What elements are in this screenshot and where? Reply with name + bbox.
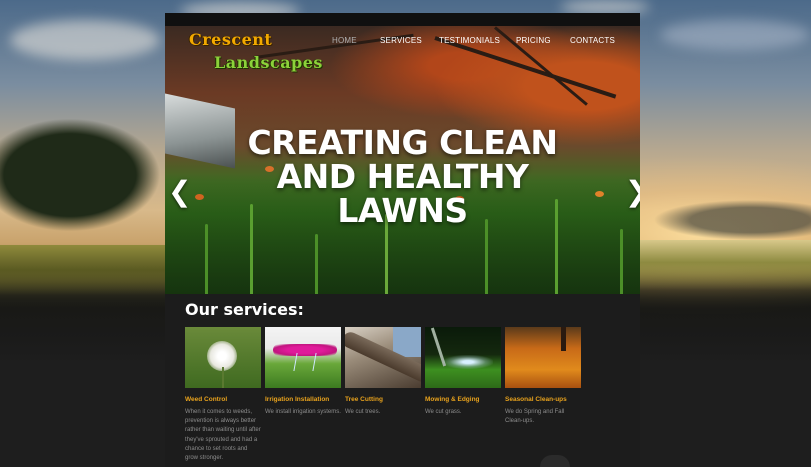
hero-title-line: LAWNS — [337, 191, 468, 230]
irrigation-image[interactable] — [265, 327, 341, 388]
logo-line-2: Landscapes — [214, 53, 323, 72]
main-nav: HOME SERVICES TESTIMONIALS PRICING CONTA… — [165, 36, 640, 50]
hero-title: CREATING CLEAN AND HEALTHY LAWNS — [165, 126, 640, 228]
seasonal-cleanup-image[interactable] — [505, 327, 581, 388]
slider-next-arrow-icon[interactable]: ❯ — [625, 178, 640, 206]
slider-prev-arrow-icon[interactable]: ❮ — [168, 178, 191, 206]
hero-title-line: CREATING CLEAN — [247, 123, 558, 162]
service-mowing-edging[interactable]: Mowing & Edging We cut grass. — [425, 327, 501, 417]
service-description: We install irrigation systems. — [265, 409, 341, 415]
nav-contacts[interactable]: CONTACTS — [570, 36, 615, 45]
top-bar — [165, 13, 640, 26]
service-name[interactable]: Weed Control — [185, 396, 261, 403]
service-name[interactable]: Seasonal Clean-ups — [505, 396, 581, 403]
service-description: We do Spring and Fall Clean-ups. — [505, 409, 565, 425]
mowing-image[interactable] — [425, 327, 501, 388]
nav-services[interactable]: SERVICES — [380, 36, 422, 45]
tree-cutting-image[interactable] — [345, 327, 421, 388]
service-description: When it comes to weeds, prevention is al… — [185, 409, 261, 462]
service-description: We cut grass. — [425, 409, 462, 415]
service-name[interactable]: Irrigation Installation — [265, 396, 341, 403]
nav-testimonials[interactable]: TESTIMONIALS — [439, 36, 500, 45]
nav-pricing[interactable]: PRICING — [516, 36, 551, 45]
service-seasonal-cleanups[interactable]: Seasonal Clean-ups We do Spring and Fall… — [505, 327, 581, 426]
service-name[interactable]: Mowing & Edging — [425, 396, 501, 403]
service-weed-control[interactable]: Weed Control When it comes to weeds, pre… — [185, 327, 261, 463]
main-container: CREATING CLEAN AND HEALTHY LAWNS ❮ ❯ Cre… — [165, 13, 640, 467]
service-tree-cutting[interactable]: Tree Cutting We cut trees. — [345, 327, 421, 417]
service-irrigation[interactable]: Irrigation Installation We install irrig… — [265, 327, 341, 417]
hero-title-line: AND HEALTHY — [276, 157, 529, 196]
service-name[interactable]: Tree Cutting — [345, 396, 421, 403]
background-shrub — [540, 455, 570, 467]
service-description: We cut trees. — [345, 409, 381, 415]
services-heading: Our services: — [185, 300, 304, 319]
weed-control-image[interactable] — [185, 327, 261, 388]
nav-home[interactable]: HOME — [332, 36, 357, 45]
